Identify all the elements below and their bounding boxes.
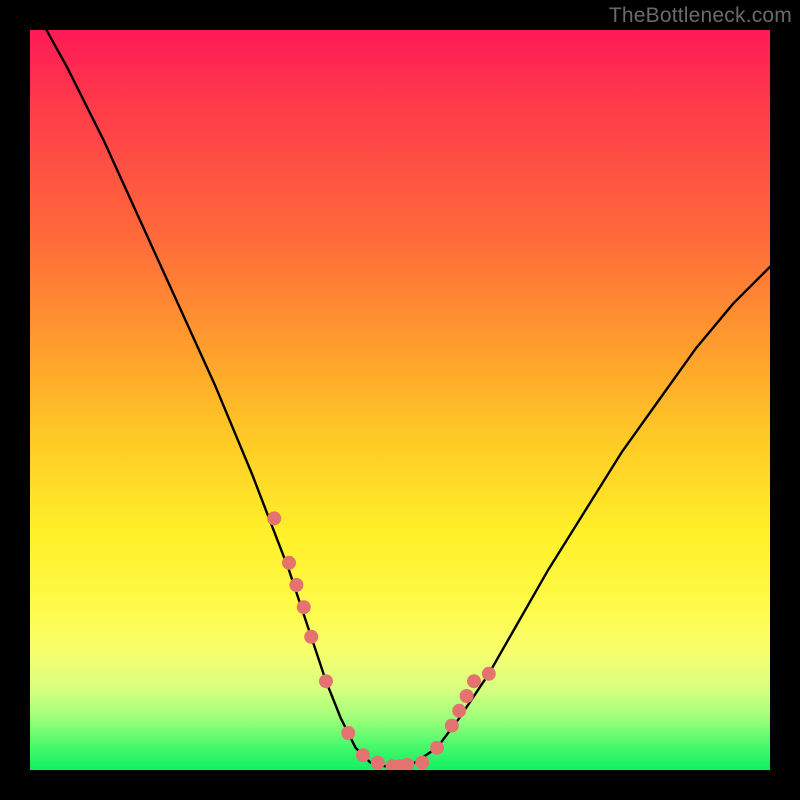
curve-svg	[30, 30, 770, 770]
highlight-dot	[319, 674, 333, 688]
highlight-dot	[289, 578, 303, 592]
highlight-dot	[460, 689, 474, 703]
highlight-dot	[282, 556, 296, 570]
highlight-dot	[482, 667, 496, 681]
highlight-dot	[430, 741, 444, 755]
highlight-dot	[445, 719, 459, 733]
highlight-dot	[452, 704, 466, 718]
highlight-dot	[304, 630, 318, 644]
highlight-dot	[371, 756, 385, 770]
plot-area	[30, 30, 770, 770]
watermark-text: TheBottleneck.com	[609, 4, 792, 28]
highlight-dot	[400, 758, 414, 770]
bottleneck-curve	[30, 30, 770, 766]
chart-frame: TheBottleneck.com	[0, 0, 800, 800]
highlight-dot	[467, 674, 481, 688]
highlight-dot	[356, 748, 370, 762]
highlight-dots	[267, 511, 496, 770]
highlight-dot	[415, 756, 429, 770]
highlight-dot	[341, 726, 355, 740]
highlight-dot	[297, 600, 311, 614]
highlight-dot	[267, 511, 281, 525]
